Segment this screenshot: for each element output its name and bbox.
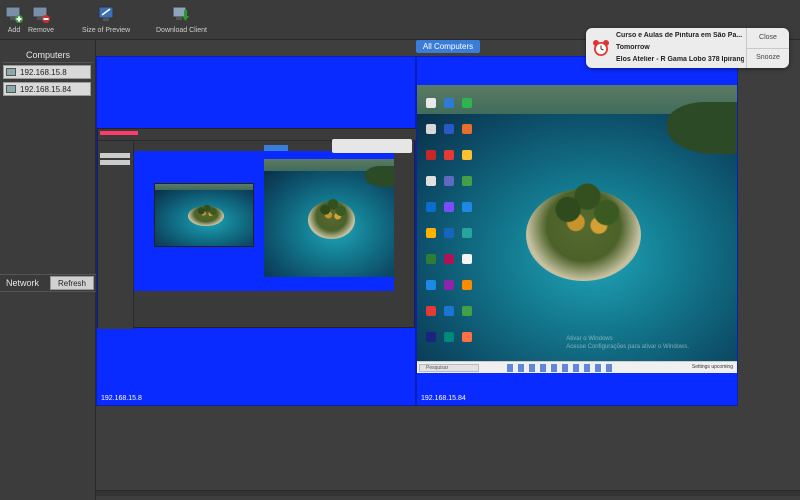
monitor-icon [6,68,16,76]
nested-item [100,153,130,158]
nested-desktop [264,159,394,277]
refresh-button[interactable]: Refresh [50,276,94,290]
remove-computer-icon [31,4,51,24]
watermark-line: Ativar o Windows [566,336,613,342]
nested-sidebar [98,141,134,329]
remove-button[interactable]: Remove [28,4,54,34]
divider [2,62,94,63]
computers-heading: Computers [25,50,70,60]
remove-label: Remove [28,27,55,34]
network-label: Network [6,278,40,288]
desktop-icons [423,91,474,350]
download-icon [171,4,191,24]
download-label: Download Client [156,27,207,34]
download-client-button[interactable]: Download Client [156,4,207,34]
nested-notification [332,139,412,153]
add-label: Add [7,27,21,34]
tab-all-computers[interactable]: All Computers [416,40,480,53]
network-bar: Network Refresh [0,274,96,292]
nested-screen-capture [97,128,416,329]
resize-screen-icon [96,4,116,24]
notification-body: Elos Atelier - R Gama Lobo 378 Ipirang..… [616,56,744,63]
taskbar-tray: Settings upcoming [691,364,733,370]
monitor-icon [6,85,16,93]
add-button[interactable]: Add [4,4,24,34]
computer-preview-panel[interactable]: Ativar o Windows Acesse Configurações pa… [416,56,738,406]
nested-nested-desktop [154,183,254,247]
computer-item[interactable]: 192.168.15.8 [3,65,91,79]
calendar-notification[interactable]: Curso e Aulas de Pintura em São Pa... To… [586,28,789,68]
preview-area: All Computers 192.168.15.8 Ativar o Wind… [96,40,800,500]
close-button[interactable]: Close [747,28,789,48]
computer-item[interactable]: 192.168.15.84 [3,82,91,96]
notification-subtitle: Tomorrow [616,44,650,51]
sidebar: Computers 192.168.15.8 192.168.15.84 Net… [0,40,96,500]
snooze-button[interactable]: Snooze [747,48,789,68]
nested-marker [100,131,138,135]
taskbar-icons [507,364,617,372]
watermark-line: Acesse Configurações para ativar o Windo… [566,344,689,350]
add-computer-icon [4,4,24,24]
notification-title: Curso e Aulas de Pintura em São Pa... [616,32,743,39]
horizontal-scrollbar[interactable] [96,490,800,496]
size-of-preview-button[interactable]: Size of Preview [82,4,130,34]
computer-ip: 192.168.15.8 [20,67,67,77]
panel-ip-label: 192.168.15.8 [101,395,142,402]
remote-taskbar: Pesquisar Settings upcoming [417,361,737,373]
remote-desktop: Ativar o Windows Acesse Configurações pa… [417,85,737,373]
panel-ip-label: 192.168.15.84 [421,395,466,402]
nested-item [100,160,130,165]
windows-activation-watermark: Ativar o Windows Acesse Configurações pa… [566,335,689,351]
nested-tab [264,145,288,151]
alarm-clock-icon [592,39,610,57]
taskbar-search: Pesquisar [419,364,479,372]
computer-ip: 192.168.15.84 [20,84,72,94]
size-label: Size of Preview [82,27,131,34]
